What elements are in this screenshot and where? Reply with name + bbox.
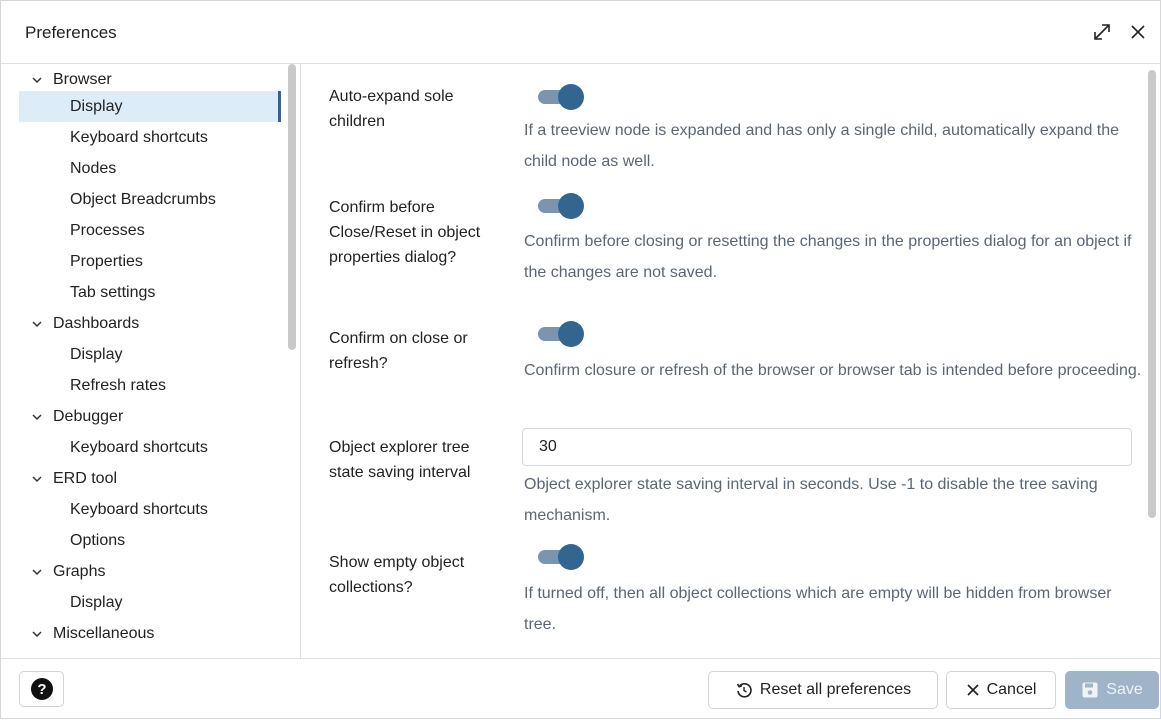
pref-label-confirm-close-reset: Confirm before Close/Reset in object pro… xyxy=(329,199,481,266)
toggle-knob xyxy=(558,321,584,347)
dialog-footer: ? Reset all preferences Cancel Save xyxy=(1,658,1160,720)
preferences-tree: Browser Display Keyboard shortcuts Nodes… xyxy=(1,64,301,658)
save-button-label: Save xyxy=(1106,681,1143,698)
tree-item-browser-display[interactable]: Display xyxy=(19,91,281,122)
tree-item-dashboards[interactable]: Dashboards xyxy=(19,308,281,339)
maximize-icon[interactable] xyxy=(1089,19,1115,45)
chevron-down-icon[interactable] xyxy=(31,75,43,85)
tree-item-label: Options xyxy=(70,532,126,549)
tree-item-refresh-rates[interactable]: Refresh rates xyxy=(19,370,281,401)
tree-item-label: Keyboard shortcuts xyxy=(70,439,208,456)
tree-item-processes[interactable]: Processes xyxy=(19,215,281,246)
tree-state-interval-input[interactable] xyxy=(522,428,1132,466)
pref-help-confirm-close-reset: Confirm before closing or resetting the … xyxy=(524,233,1132,281)
pref-help-confirm-close-refresh: Confirm closure or refresh of the browse… xyxy=(524,362,1142,379)
cancel-button[interactable]: Cancel xyxy=(946,671,1056,709)
pref-help-show-empty-collections: If turned off, then all object collectio… xyxy=(524,585,1112,633)
tree-item-miscellaneous[interactable]: Miscellaneous xyxy=(19,618,281,649)
toggle-auto-expand[interactable] xyxy=(538,84,584,110)
tree-item-nodes[interactable]: Nodes xyxy=(19,153,281,184)
tree-item-properties[interactable]: Properties xyxy=(19,246,281,277)
panel-scrollbar[interactable] xyxy=(1146,64,1158,658)
tree-item-graphs-display[interactable]: Display xyxy=(19,587,281,618)
svg-text:?: ? xyxy=(37,681,46,698)
tree-item-label: Miscellaneous xyxy=(53,625,155,642)
tree-item-label: Object Breadcrumbs xyxy=(70,191,216,208)
tree-item-dashboards-display[interactable]: Display xyxy=(19,339,281,370)
close-icon[interactable] xyxy=(1125,19,1151,45)
pref-label-auto-expand: Auto-expand sole children xyxy=(329,88,454,130)
toggle-knob xyxy=(558,193,584,219)
tree-item-label: Properties xyxy=(70,253,143,270)
tree-item-label: Display xyxy=(70,594,123,611)
close-icon xyxy=(966,684,979,696)
tree-item-label: Keyboard shortcuts xyxy=(70,129,208,146)
cancel-button-label: Cancel xyxy=(986,681,1037,698)
help-button[interactable]: ? xyxy=(19,671,64,707)
tree-item-label: Debugger xyxy=(53,408,124,425)
chevron-down-icon[interactable] xyxy=(31,567,43,577)
chevron-down-icon[interactable] xyxy=(31,629,43,639)
tree-item-debugger[interactable]: Debugger xyxy=(19,401,281,432)
tree-item-label: Processes xyxy=(70,222,145,239)
tree-item-label: Nodes xyxy=(70,160,117,177)
tree-item-erd-options[interactable]: Options xyxy=(19,525,281,556)
tree-item-label: Dashboards xyxy=(53,315,140,332)
reset-button-label: Reset all preferences xyxy=(759,681,912,698)
dialog-title: Preferences xyxy=(25,23,117,42)
chevron-down-icon[interactable] xyxy=(31,412,43,422)
toggle-show-empty-collections[interactable] xyxy=(538,544,584,570)
tree-item-label: Refresh rates xyxy=(70,377,167,394)
toggle-confirm-close-refresh[interactable] xyxy=(538,321,584,347)
tree-item-label: Keyboard shortcuts xyxy=(70,501,208,518)
reset-icon xyxy=(736,683,752,698)
tree-item-label: Display xyxy=(70,98,123,115)
chevron-down-icon[interactable] xyxy=(31,319,43,329)
preferences-panel: Auto-expand sole children If a treeview … xyxy=(302,64,1160,658)
save-button[interactable]: Save xyxy=(1065,671,1159,709)
toggle-knob xyxy=(558,544,584,570)
tree-item-erd-keyboard-shortcuts[interactable]: Keyboard shortcuts xyxy=(19,494,281,525)
tree-item-debugger-keyboard-shortcuts[interactable]: Keyboard shortcuts xyxy=(19,432,281,463)
pref-label-show-empty-collections: Show empty object collections? xyxy=(329,554,465,596)
tree-item-label: Graphs xyxy=(53,563,106,580)
toggle-knob xyxy=(558,84,584,110)
tree-item-erd-tool[interactable]: ERD tool xyxy=(19,463,281,494)
tree-item-label: Display xyxy=(70,346,123,363)
dialog-titlebar: Preferences xyxy=(1,1,1160,64)
tree-item-label: Tab settings xyxy=(70,284,156,301)
help-circle-icon: ? xyxy=(30,678,53,700)
tree-item-graphs[interactable]: Graphs xyxy=(19,556,281,587)
tree-item-tab-settings[interactable]: Tab settings xyxy=(19,277,281,308)
tree-item-label: ERD tool xyxy=(53,470,118,487)
tree-item-object-breadcrumbs[interactable]: Object Breadcrumbs xyxy=(19,184,281,215)
toggle-confirm-close-reset[interactable] xyxy=(538,193,584,219)
chevron-down-icon[interactable] xyxy=(31,474,43,484)
sidebar-scrollbar[interactable] xyxy=(287,64,297,658)
sidebar-scrollbar-thumb[interactable] xyxy=(288,64,296,350)
save-icon xyxy=(1082,682,1098,698)
tree-item-label: Browser xyxy=(53,71,112,88)
panel-scrollbar-thumb[interactable] xyxy=(1148,70,1156,518)
preferences-dialog: Preferences Browser Display Keyboard sho… xyxy=(0,0,1161,719)
pref-help-tree-state-interval: Object explorer state saving interval in… xyxy=(524,476,1098,524)
pref-help-auto-expand: If a treeview node is expanded and has o… xyxy=(524,122,1120,170)
pref-label-confirm-close-refresh: Confirm on close or refresh? xyxy=(329,330,468,372)
tree-item-browser-keyboard-shortcuts[interactable]: Keyboard shortcuts xyxy=(19,122,281,153)
reset-all-preferences-button[interactable]: Reset all preferences xyxy=(708,671,938,709)
pref-label-tree-state-interval: Object explorer tree state saving interv… xyxy=(329,439,471,481)
